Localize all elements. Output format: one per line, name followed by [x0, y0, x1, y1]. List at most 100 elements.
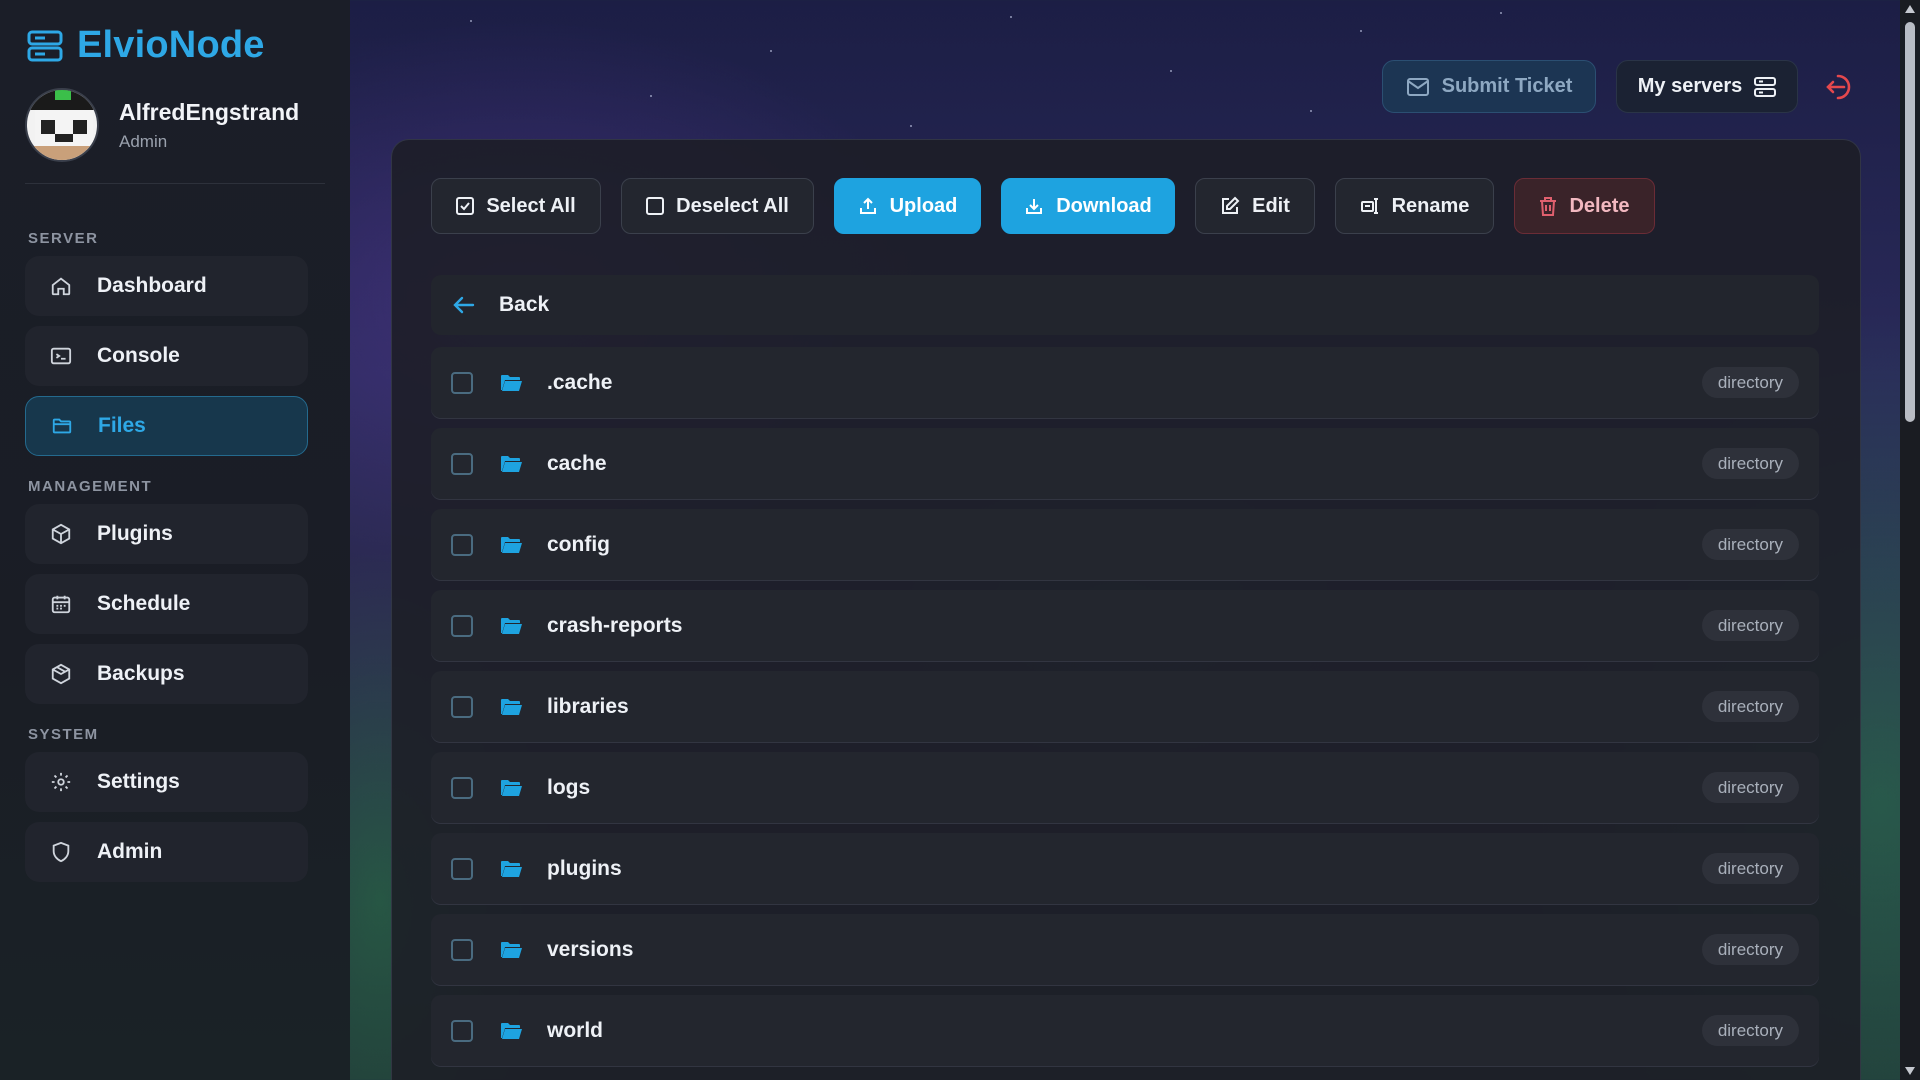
submit-ticket-button[interactable]: Submit Ticket [1382, 60, 1596, 113]
gear-icon [49, 770, 73, 794]
select-all-button[interactable]: Select All [431, 178, 601, 234]
row-checkbox[interactable] [451, 534, 473, 556]
brand[interactable]: ElvioNode [27, 24, 265, 67]
sidebar-item-label: Plugins [97, 522, 173, 545]
arrow-left-icon [453, 296, 475, 314]
row-checkbox[interactable] [451, 696, 473, 718]
file-row[interactable]: logs directory [431, 752, 1819, 824]
folder-icon [50, 414, 74, 438]
file-row[interactable]: .cache directory [431, 347, 1819, 419]
file-row[interactable]: config directory [431, 509, 1819, 581]
sidebar-item-console[interactable]: Console [25, 326, 308, 386]
file-name: crash-reports [547, 614, 683, 637]
sidebar-item-backups[interactable]: Backups [25, 644, 308, 704]
file-name: versions [547, 938, 634, 961]
scroll-down-icon[interactable] [1904, 1066, 1916, 1076]
file-row[interactable]: world directory [431, 995, 1819, 1067]
rename-button[interactable]: Rename [1335, 178, 1494, 234]
sidebar-item-admin[interactable]: Admin [25, 822, 308, 882]
file-type-badge: directory [1701, 691, 1799, 722]
upload-icon [859, 197, 876, 214]
edit-icon [1222, 196, 1240, 214]
checkbox-empty-icon [646, 197, 665, 215]
brand-name: ElvioNode [77, 24, 265, 66]
user-role: Admin [119, 131, 168, 151]
sidebar-item-dashboard[interactable]: Dashboard [25, 256, 308, 316]
select-all-label: Select All [486, 194, 576, 217]
scroll-up-icon[interactable] [1904, 4, 1916, 14]
row-checkbox[interactable] [451, 777, 473, 799]
upload-button[interactable]: Upload [834, 178, 981, 234]
folder-open-icon [501, 1023, 522, 1039]
sidebar-item-schedule[interactable]: Schedule [25, 574, 308, 634]
file-row[interactable]: libraries directory [431, 671, 1819, 743]
row-checkbox[interactable] [451, 1020, 473, 1042]
folder-open-icon [501, 537, 522, 553]
calendar-icon [49, 592, 73, 616]
my-servers-button[interactable]: My servers [1616, 60, 1798, 113]
download-icon [1026, 199, 1043, 214]
sidebar-item-plugins[interactable]: Plugins [25, 504, 308, 564]
file-name: world [547, 1019, 603, 1042]
download-label: Download [1056, 194, 1152, 217]
file-type-badge: directory [1701, 772, 1799, 803]
delete-label: Delete [1569, 194, 1630, 217]
sidebar-item-label: Admin [97, 840, 163, 863]
download-button[interactable]: Download [1001, 178, 1175, 234]
row-checkbox[interactable] [451, 453, 473, 475]
user-profile[interactable]: AlfredEngstrand Admin [25, 88, 299, 162]
row-checkbox[interactable] [451, 372, 473, 394]
file-row[interactable]: cache directory [431, 428, 1819, 500]
folder-open-icon [501, 618, 522, 634]
server-icon [1754, 76, 1777, 97]
deselect-all-label: Deselect All [676, 194, 789, 217]
scrollbar-thumb[interactable] [1905, 22, 1915, 422]
file-row[interactable]: plugins directory [431, 833, 1819, 905]
file-type-badge: directory [1701, 1015, 1799, 1046]
file-type-badge: directory [1701, 934, 1799, 965]
logout-icon[interactable] [1825, 70, 1859, 104]
back-button[interactable]: Back [431, 275, 1819, 335]
section-label-management: MANAGEMENT [28, 478, 153, 495]
box-icon [49, 522, 73, 546]
file-name: libraries [547, 695, 629, 718]
archive-icon [49, 662, 73, 686]
folder-open-icon [501, 375, 522, 391]
deselect-all-button[interactable]: Deselect All [621, 178, 814, 234]
edit-button[interactable]: Edit [1195, 178, 1315, 234]
file-row[interactable]: versions directory [431, 914, 1819, 986]
sidebar-item-files[interactable]: Files [25, 396, 308, 456]
checkbox-checked-icon [456, 197, 475, 215]
delete-button[interactable]: Delete [1514, 178, 1655, 234]
trash-icon [1540, 197, 1557, 216]
row-checkbox[interactable] [451, 615, 473, 637]
my-servers-label: My servers [1637, 75, 1743, 97]
submit-ticket-label: Submit Ticket [1441, 75, 1573, 97]
file-type-badge: directory [1701, 853, 1799, 884]
sidebar-item-label: Backups [97, 662, 185, 685]
folder-open-icon [501, 456, 522, 472]
sidebar-item-settings[interactable]: Settings [25, 752, 308, 812]
file-row[interactable]: crash-reports directory [431, 590, 1819, 662]
section-label-server: SERVER [28, 230, 99, 247]
sidebar-divider [25, 183, 325, 184]
user-name: AlfredEngstrand [119, 98, 300, 125]
row-checkbox[interactable] [451, 858, 473, 880]
row-checkbox[interactable] [451, 939, 473, 961]
file-name: .cache [547, 371, 613, 394]
file-type-badge: directory [1701, 448, 1799, 479]
rename-icon [1360, 198, 1378, 214]
file-type-badge: directory [1701, 529, 1799, 560]
mail-icon [1406, 77, 1429, 96]
file-name: cache [547, 452, 607, 475]
sidebar-item-label: Console [97, 344, 180, 367]
terminal-icon [49, 344, 73, 368]
shield-icon [49, 840, 73, 864]
file-type-badge: directory [1701, 610, 1799, 641]
folder-open-icon [501, 942, 522, 958]
folder-open-icon [501, 699, 522, 715]
file-type-badge: directory [1701, 367, 1799, 398]
sidebar-item-label: Settings [97, 770, 180, 793]
upload-label: Upload [889, 194, 958, 217]
sidebar: ElvioNode AlfredEngstrand Admin SERVER D… [0, 0, 350, 1080]
